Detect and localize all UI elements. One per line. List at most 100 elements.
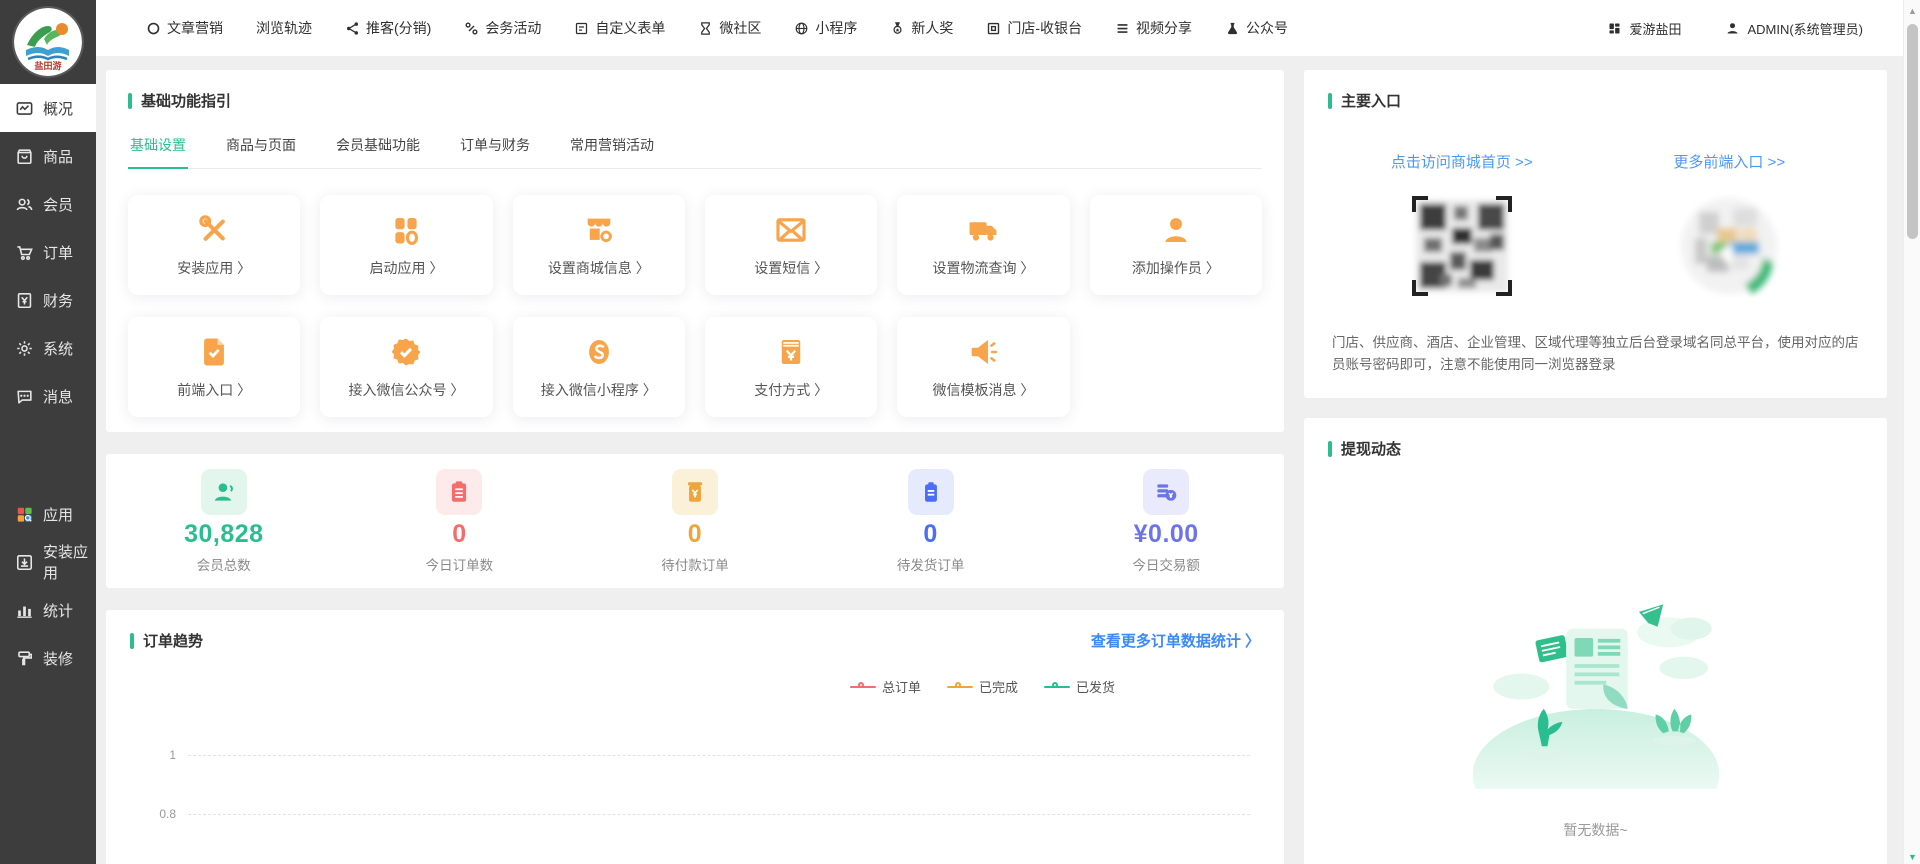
stat-value: 0 xyxy=(923,520,937,549)
topnav-item-4[interactable]: 自定义表单 xyxy=(574,18,665,38)
system-icon xyxy=(15,339,34,358)
members-icon xyxy=(15,195,34,214)
legend-marker-icon xyxy=(1044,682,1070,692)
guide-card-10[interactable]: 微信模板消息 〉 xyxy=(897,317,1069,417)
guide-card-9[interactable]: 支付方式 〉 xyxy=(705,317,877,417)
topnav-item-8[interactable]: 门店-收银台 xyxy=(986,18,1082,38)
y-axis-tick: 0.8 xyxy=(130,807,188,821)
guide-card-5[interactable]: 添加操作员 〉 xyxy=(1090,195,1262,295)
guide-card-1[interactable]: 启动应用 〉 xyxy=(320,195,492,295)
more-frontend-entries-link[interactable]: 更多前端入口 >> xyxy=(1673,154,1785,171)
sidebar-item-u-1[interactable]: 商品 xyxy=(0,132,96,180)
guide-tab-1[interactable]: 商品与页面 xyxy=(224,127,298,169)
message-icon xyxy=(15,387,34,406)
legend-item-1[interactable]: 已完成 xyxy=(947,677,1018,696)
stat-user-icon xyxy=(211,479,237,505)
page-scrollbar[interactable]: ▲ ▼ xyxy=(1903,0,1920,864)
sidebar-item-u-4[interactable]: 财务 xyxy=(0,276,96,324)
topnav-item-9[interactable]: 视频分享 xyxy=(1115,18,1192,38)
apps-icon xyxy=(15,505,34,524)
svg-text:盐田游: 盐田游 xyxy=(34,60,61,71)
admin-user-menu[interactable]: ADMIN(系统管理员) xyxy=(1725,19,1863,38)
guide-card-6[interactable]: 前端入口 〉 xyxy=(128,317,300,417)
stat-label: 待付款订单 xyxy=(661,554,729,574)
topbar: 文章营销 浏览轨迹 推客(分销) 会务活动 自定义表单 微社区 小程序 新人奖 门店-收银台 视频… xyxy=(96,0,1903,56)
guide-title-text: 基础功能指引 xyxy=(141,90,231,111)
sidebar-item-u-2[interactable]: 会员 xyxy=(0,180,96,228)
guide-tab-0[interactable]: 基础设置 xyxy=(128,127,188,169)
legend-item-2[interactable]: 已发货 xyxy=(1044,677,1115,696)
admin-name: ADMIN(系统管理员) xyxy=(1747,19,1863,38)
store-icon xyxy=(986,21,1001,36)
circle-icon xyxy=(146,21,161,36)
stat-jar-icon xyxy=(682,479,708,505)
share-icon xyxy=(345,21,360,36)
paint-icon xyxy=(15,649,34,668)
shop-logo[interactable]: 盐田游 xyxy=(0,0,96,84)
entry-title-text: 主要入口 xyxy=(1341,90,1401,111)
statsbars-icon xyxy=(15,601,34,620)
stat-value: 0 xyxy=(688,520,702,549)
sidebar-item-l-1[interactable]: 安装应用 xyxy=(0,538,96,586)
shop-name: 爱游盐田 xyxy=(1629,19,1681,38)
topnav-item-6[interactable]: 小程序 xyxy=(794,18,857,38)
legend-marker-icon xyxy=(850,682,876,692)
topnav-item-3[interactable]: 会务活动 xyxy=(464,18,541,38)
stat-item-0: 30,828 会员总数 xyxy=(106,469,342,574)
sidebar-item-u-3[interactable]: 订单 xyxy=(0,228,96,276)
guide-card-2[interactable]: 设置商城信息 〉 xyxy=(513,195,685,295)
sidebar-spacer xyxy=(0,420,96,490)
empty-data-text: 暂无数据~ xyxy=(1328,820,1863,840)
legend-item-0[interactable]: 总订单 xyxy=(850,677,921,696)
stat-batt-icon xyxy=(918,479,944,505)
scroll-down-arrow-icon[interactable]: ▼ xyxy=(1904,852,1920,862)
shop-name-menu[interactable]: 爱游盐田 xyxy=(1607,19,1681,38)
horn-icon xyxy=(966,335,1000,369)
sidebar-item-u-0[interactable]: 概况 xyxy=(0,84,96,132)
guide-tab-4[interactable]: 常用营销活动 xyxy=(568,127,656,169)
guide-card-7[interactable]: 接入微信公众号 〉 xyxy=(320,317,492,417)
topnav-item-1[interactable]: 浏览轨迹 xyxy=(256,18,312,38)
mall-qrcode-image xyxy=(1410,194,1514,298)
order-trend-panel: 订单趋势 查看更多订单数据统计 〉 总订单 已完成 已发货 1 0.8 0.6 xyxy=(106,610,1284,864)
withdraw-panel: 提现动态 xyxy=(1304,418,1887,864)
guide-tab-3[interactable]: 订单与财务 xyxy=(458,127,532,169)
doccheck-icon xyxy=(197,335,231,369)
grid-icon xyxy=(1607,21,1622,36)
hourglass-icon xyxy=(698,21,713,36)
empty-illustration xyxy=(1456,599,1736,789)
stat-value: 30,828 xyxy=(184,520,263,549)
qrcode-row xyxy=(1328,194,1863,298)
guide-panel: 基础功能指引 基础设置商品与页面会员基础功能订单与财务常用营销活动 安装应用 〉… xyxy=(106,70,1284,432)
topnav-item-2[interactable]: 推客(分销) xyxy=(345,18,431,38)
chart-gridline-0: 1 xyxy=(130,748,1250,762)
sidebar-item-l-3[interactable]: 装修 xyxy=(0,634,96,682)
stat-item-1: 0 今日订单数 xyxy=(342,469,578,574)
topnav-item-7[interactable]: 新人奖 xyxy=(890,18,953,38)
sidebar-item-l-0[interactable]: 应用 xyxy=(0,490,96,538)
guide-card-4[interactable]: 设置物流查询 〉 xyxy=(897,195,1069,295)
list-icon xyxy=(1115,21,1130,36)
stats-panel: 30,828 会员总数 0 今日订单数 0 待付款订单 0 待发货订单 ¥0.0… xyxy=(106,454,1284,588)
chart-gridline-1: 0.8 xyxy=(130,807,1250,821)
sidebar-item-l-2[interactable]: 统计 xyxy=(0,586,96,634)
guide-tab-2[interactable]: 会员基础功能 xyxy=(334,127,422,169)
topnav-item-0[interactable]: 文章营销 xyxy=(146,18,223,38)
guide-card-0[interactable]: 安装应用 〉 xyxy=(128,195,300,295)
title-accent-bar xyxy=(128,93,132,109)
guide-cards-grid: 安装应用 〉启动应用 〉设置商城信息 〉设置短信 〉设置物流查询 〉添加操作员 … xyxy=(128,195,1262,417)
sidebar-item-u-5[interactable]: 系统 xyxy=(0,324,96,372)
sidebar-item-u-6[interactable]: 消息 xyxy=(0,372,96,420)
more-order-stats-link[interactable]: 查看更多订单数据统计 〉 xyxy=(1091,630,1260,651)
topnav-item-5[interactable]: 微社区 xyxy=(698,18,761,38)
scroll-up-arrow-icon[interactable]: ▲ xyxy=(1904,6,1920,16)
guide-card-8[interactable]: 接入微信小程序 〉 xyxy=(513,317,685,417)
guide-card-3[interactable]: 设置短信 〉 xyxy=(705,195,877,295)
scrollbar-thumb[interactable] xyxy=(1907,24,1918,239)
tools-icon xyxy=(197,213,231,247)
visit-mall-home-link[interactable]: 点击访问商城首页 >> xyxy=(1391,154,1533,171)
topnav-item-10[interactable]: 公众号 xyxy=(1225,18,1288,38)
overview-icon xyxy=(15,99,34,118)
stat-label: 今日订单数 xyxy=(426,554,494,574)
withdraw-empty-state: 暂无数据~ xyxy=(1328,599,1863,840)
